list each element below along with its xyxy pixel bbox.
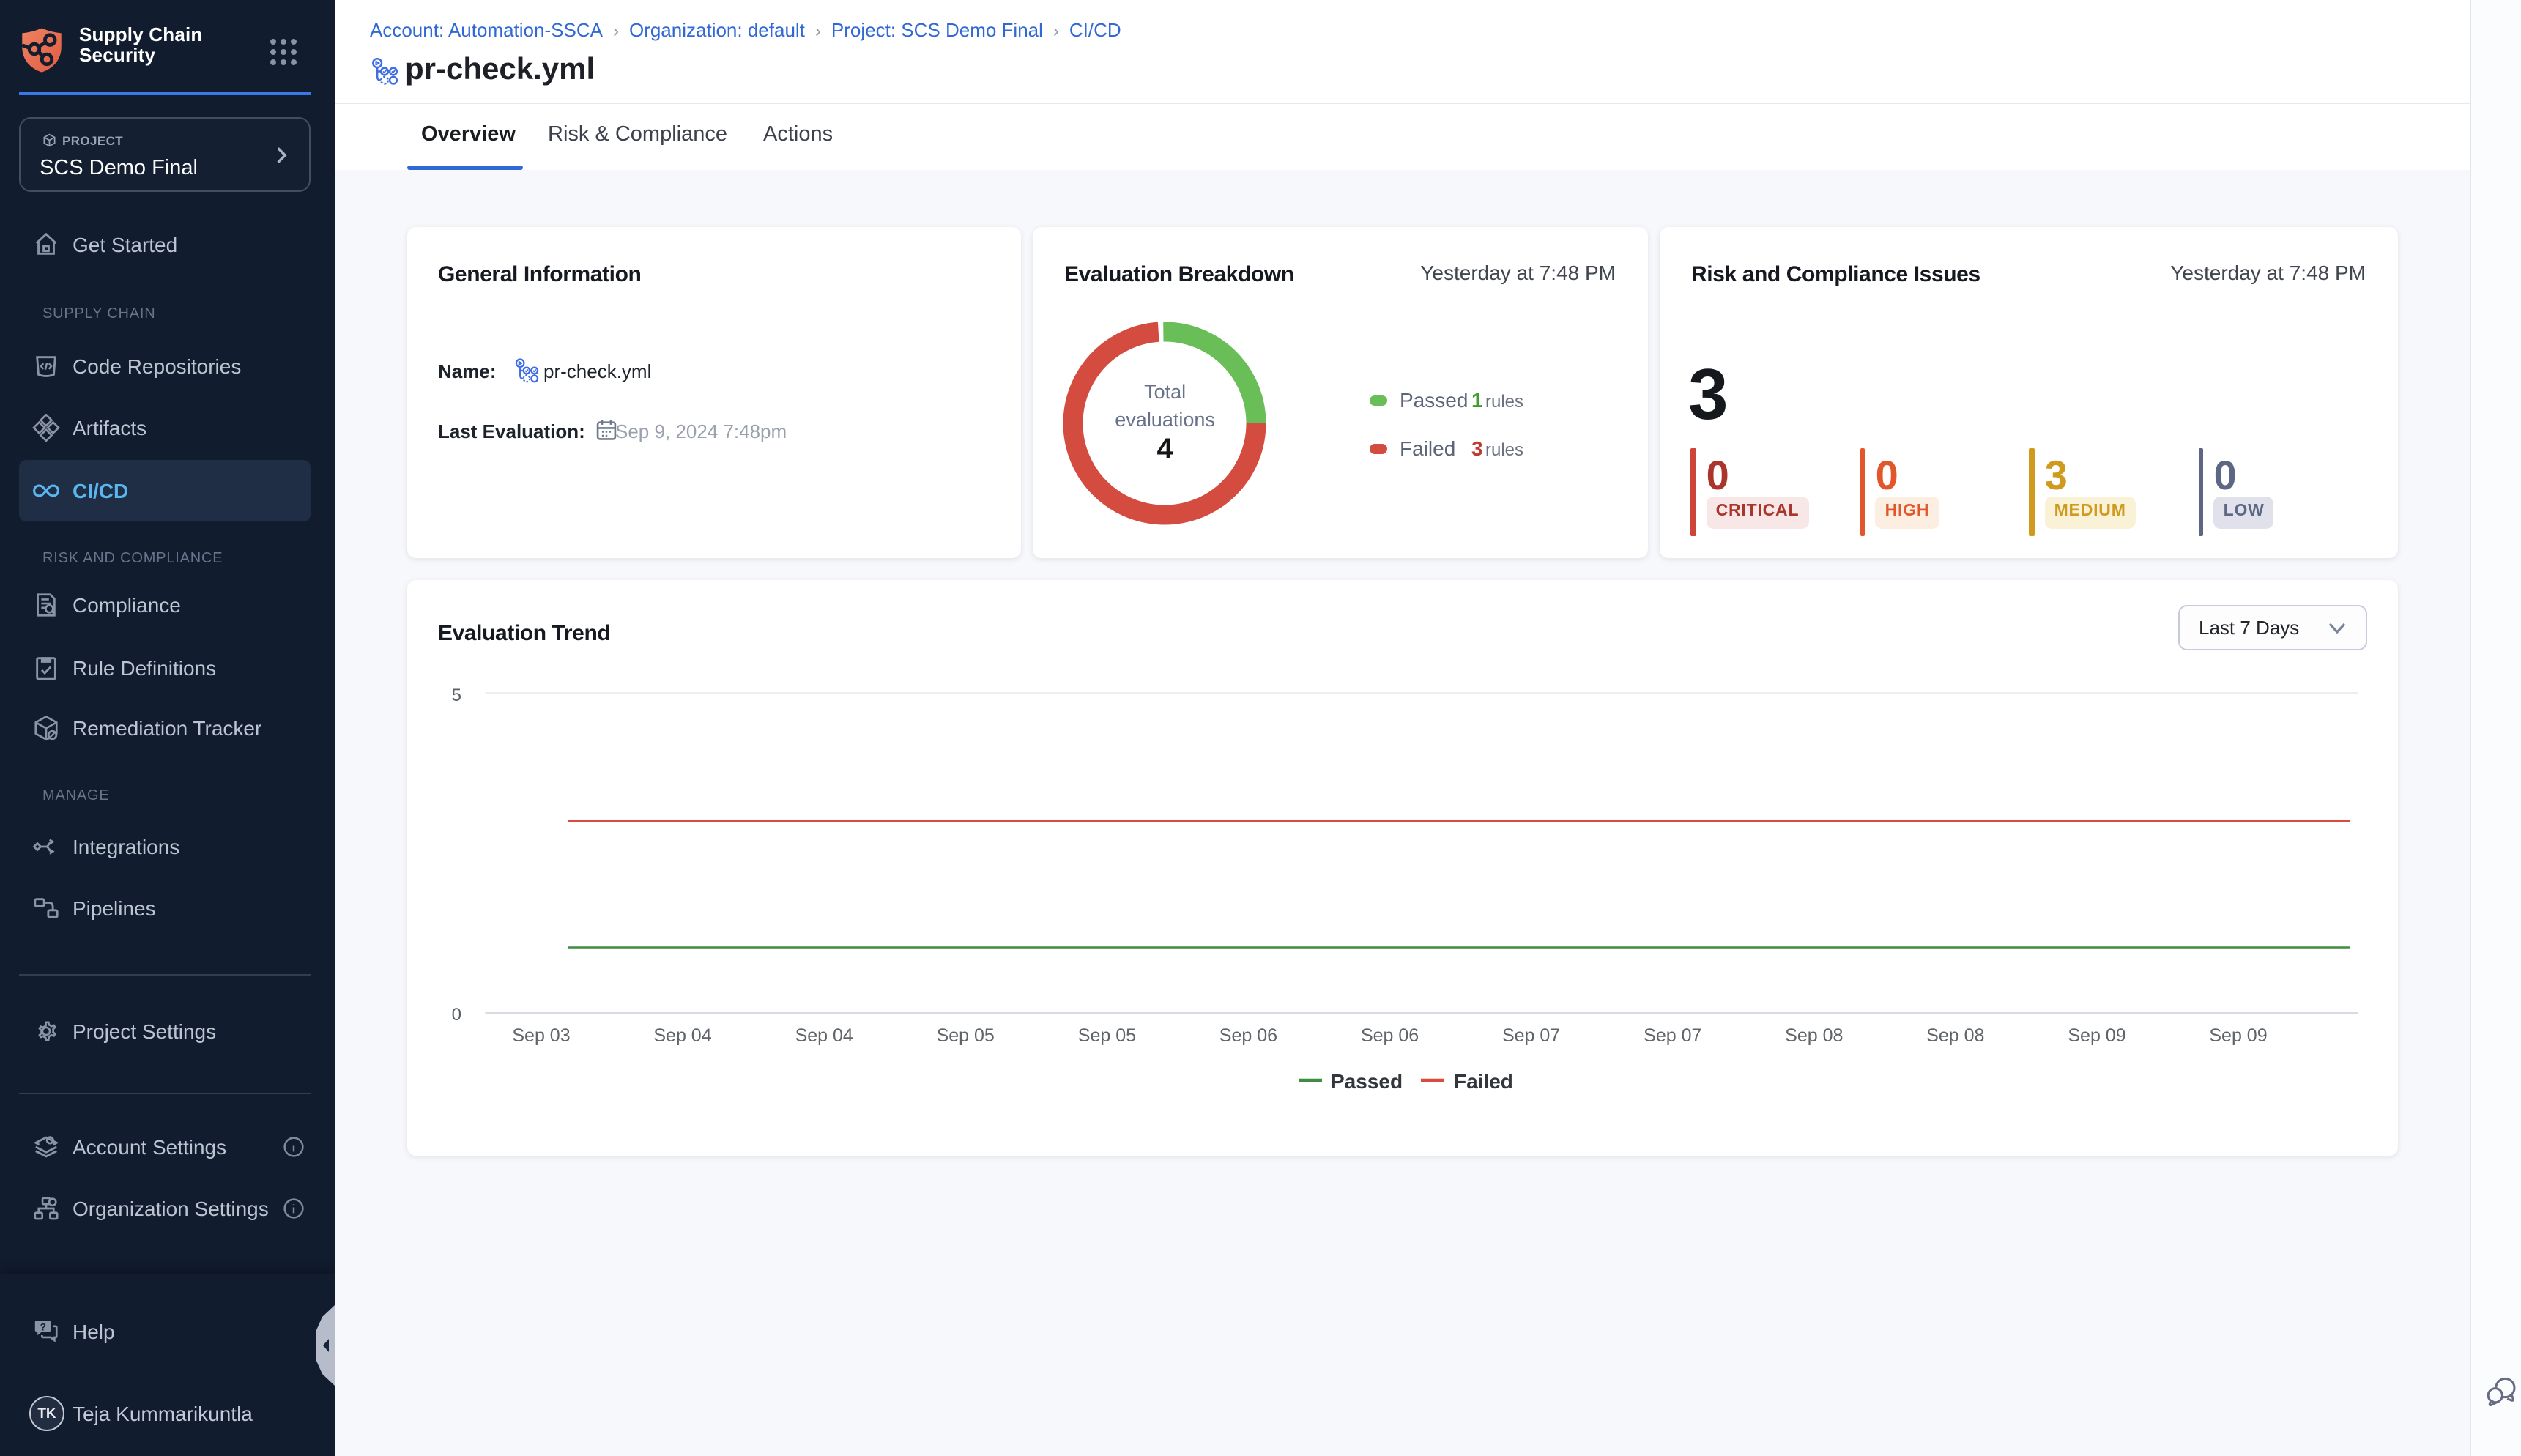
svg-text:0: 0 <box>451 1005 461 1025</box>
svg-text:Sep 08: Sep 08 <box>1784 1025 1842 1046</box>
svg-text:Sep 07: Sep 07 <box>1643 1025 1701 1046</box>
svg-text:Sep 06: Sep 06 <box>1219 1025 1277 1046</box>
svg-text:?: ? <box>40 1322 46 1333</box>
svg-text:Sep 04: Sep 04 <box>653 1025 710 1046</box>
svg-text:Passed: Passed <box>1330 1070 1402 1093</box>
svg-text:5: 5 <box>451 686 461 705</box>
svg-text:Sep 03: Sep 03 <box>511 1025 569 1046</box>
svg-text:Sep 09: Sep 09 <box>2208 1025 2266 1046</box>
svg-text:Sep 05: Sep 05 <box>1077 1025 1135 1046</box>
svg-text:Sep 05: Sep 05 <box>936 1025 994 1046</box>
svg-text:Sep 04: Sep 04 <box>795 1025 853 1046</box>
svg-text:Sep 08: Sep 08 <box>1926 1025 1983 1046</box>
svg-text:Sep 09: Sep 09 <box>2067 1025 2125 1046</box>
svg-text:Sep 07: Sep 07 <box>1501 1025 1559 1046</box>
svg-text:Sep 06: Sep 06 <box>1360 1025 1418 1046</box>
svg-text:Failed: Failed <box>1453 1070 1512 1093</box>
